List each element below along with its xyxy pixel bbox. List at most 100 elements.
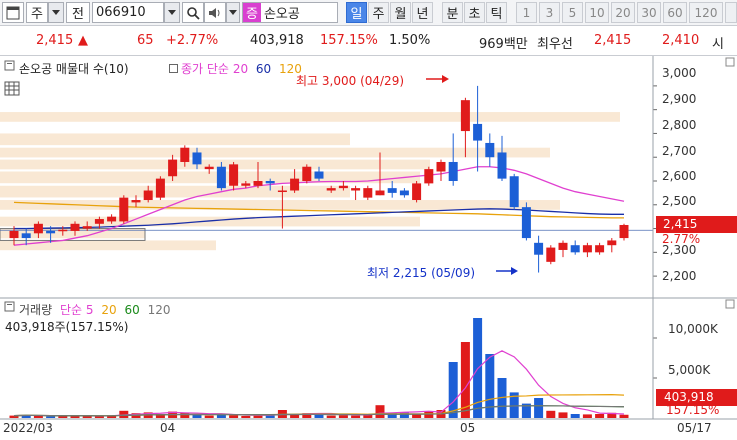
ma60-label: 60 [255, 62, 272, 76]
price-y-tick: 2,800 [662, 118, 697, 132]
candle-up [82, 226, 92, 229]
candle-up [412, 183, 422, 201]
speaker-icon[interactable] [204, 2, 226, 23]
volume-bar [46, 416, 56, 418]
stock-code-input[interactable]: 066910 [92, 2, 164, 23]
candle-up [107, 216, 117, 222]
volume-profile-bar [0, 240, 216, 251]
price-change-pct: +2.77% [166, 33, 219, 48]
volume-bar [558, 412, 568, 418]
period-day-button[interactable]: 일 [346, 2, 367, 23]
interval-label: 20 [615, 5, 631, 20]
volume-bar [534, 398, 544, 418]
period-minute-button[interactable]: 분 [442, 2, 463, 23]
interval-5-button[interactable]: 5 [562, 2, 583, 23]
volume-bar [253, 415, 263, 418]
volume-bar [595, 414, 605, 418]
candle-down [485, 142, 495, 158]
volume-settings-icon [4, 301, 15, 312]
period-tick-button[interactable]: 틱 [486, 2, 507, 23]
candle-down [570, 245, 580, 253]
candle-down [509, 176, 519, 208]
period-week-button[interactable]: 주 [368, 2, 389, 23]
period-label: 주 [372, 7, 385, 22]
price-y-tick: 2,700 [662, 144, 697, 158]
interval-120-button[interactable]: 120 [689, 2, 723, 23]
ma20-label: 20 [232, 62, 249, 76]
volume-bar [58, 416, 68, 418]
candle-down [497, 152, 507, 179]
toolbar-more-button[interactable] [725, 2, 737, 23]
window-icon[interactable] [2, 2, 24, 23]
candle-up [131, 200, 141, 203]
candle-down [46, 230, 56, 234]
candle-down [265, 181, 275, 184]
toolbar: 주 전 066910 증 손오공 일 주 월 년 분 초 틱 1 3 5 10 … [0, 0, 737, 26]
volume-ratio: 157.15% [320, 33, 378, 48]
candle-up [338, 185, 348, 189]
candle-up [94, 219, 104, 224]
search-icon[interactable] [182, 2, 204, 23]
volume-bar [180, 412, 190, 418]
interval-1-button[interactable]: 1 [516, 2, 537, 23]
ma-settings-icon[interactable] [169, 64, 178, 73]
stock-name-field[interactable]: 증 손오공 [242, 2, 338, 23]
price-y-tick: 2,600 [662, 169, 697, 183]
period-month-button[interactable]: 월 [390, 2, 411, 23]
candle-up [326, 188, 336, 191]
x-tick: 05 [460, 421, 476, 435]
jeon-label: 전 [72, 7, 84, 22]
speaker-dropdown-arrow-icon[interactable] [226, 2, 240, 23]
trade-volume: 403,918 [250, 33, 304, 48]
type-select[interactable]: 주 [26, 2, 48, 23]
interval-20-button[interactable]: 20 [611, 2, 635, 23]
volume-ma-label: 단순 [59, 303, 83, 317]
current-price: 2,415 [36, 33, 74, 48]
grid-table-icon [4, 81, 20, 96]
period-label: 분 [446, 7, 459, 22]
price-y-tick: 2,200 [662, 269, 697, 283]
candle-up [70, 223, 80, 231]
volume-bar [326, 415, 336, 418]
type-dropdown-arrow-icon[interactable] [48, 2, 64, 23]
interval-label: 60 [667, 5, 683, 20]
best-bid-price: 2,410 [662, 33, 700, 48]
jeon-button[interactable]: 전 [66, 2, 90, 23]
candle-down [387, 188, 397, 193]
trade-amount: 969백만 [479, 37, 528, 52]
candle-up [351, 188, 361, 191]
interval-label: 120 [694, 5, 718, 20]
interval-3-button[interactable]: 3 [539, 2, 560, 23]
volume-legend: 거래량 단순 5 20 60 120 [19, 301, 170, 318]
turnover-rate: 1.50% [389, 33, 431, 48]
period-year-button[interactable]: 년 [412, 2, 433, 23]
ma-legend-label: 종가 단순 [181, 62, 229, 76]
interval-10-button[interactable]: 10 [585, 2, 609, 23]
candle-up [607, 240, 617, 246]
period-label: 틱 [490, 7, 503, 22]
x-tick: 05/17 [677, 421, 712, 435]
candle-up [155, 178, 165, 198]
price-y-tick: 3,000 [662, 66, 697, 80]
ma-legend: 종가 단순 20 60 120 [169, 60, 302, 77]
quote-extra-label: 시 [712, 37, 724, 52]
volume-bar [265, 415, 275, 418]
vol-ma120-label: 120 [147, 303, 171, 317]
code-dropdown-arrow-icon[interactable] [164, 2, 180, 23]
candle-up [424, 169, 434, 184]
best-bid-label: 최우선 [537, 37, 573, 52]
period-second-button[interactable]: 초 [464, 2, 485, 23]
interval-60-button[interactable]: 60 [663, 2, 687, 23]
price-settings-icon [4, 60, 15, 71]
volume-bar [570, 414, 580, 418]
candle-up [460, 100, 470, 132]
candle-up [546, 247, 556, 262]
type-label: 주 [31, 7, 43, 22]
chart-area[interactable]: 손오공 매물대 수(10) 종가 단순 20 60 120 최고 3,000 (… [0, 56, 737, 440]
candle-up [33, 223, 43, 234]
candle-up [180, 147, 190, 162]
price-volume-chart[interactable] [0, 56, 737, 440]
volume-y-tick: 5,000K [668, 363, 711, 377]
interval-30-button[interactable]: 30 [637, 2, 661, 23]
volume-profile-bar [0, 112, 620, 122]
